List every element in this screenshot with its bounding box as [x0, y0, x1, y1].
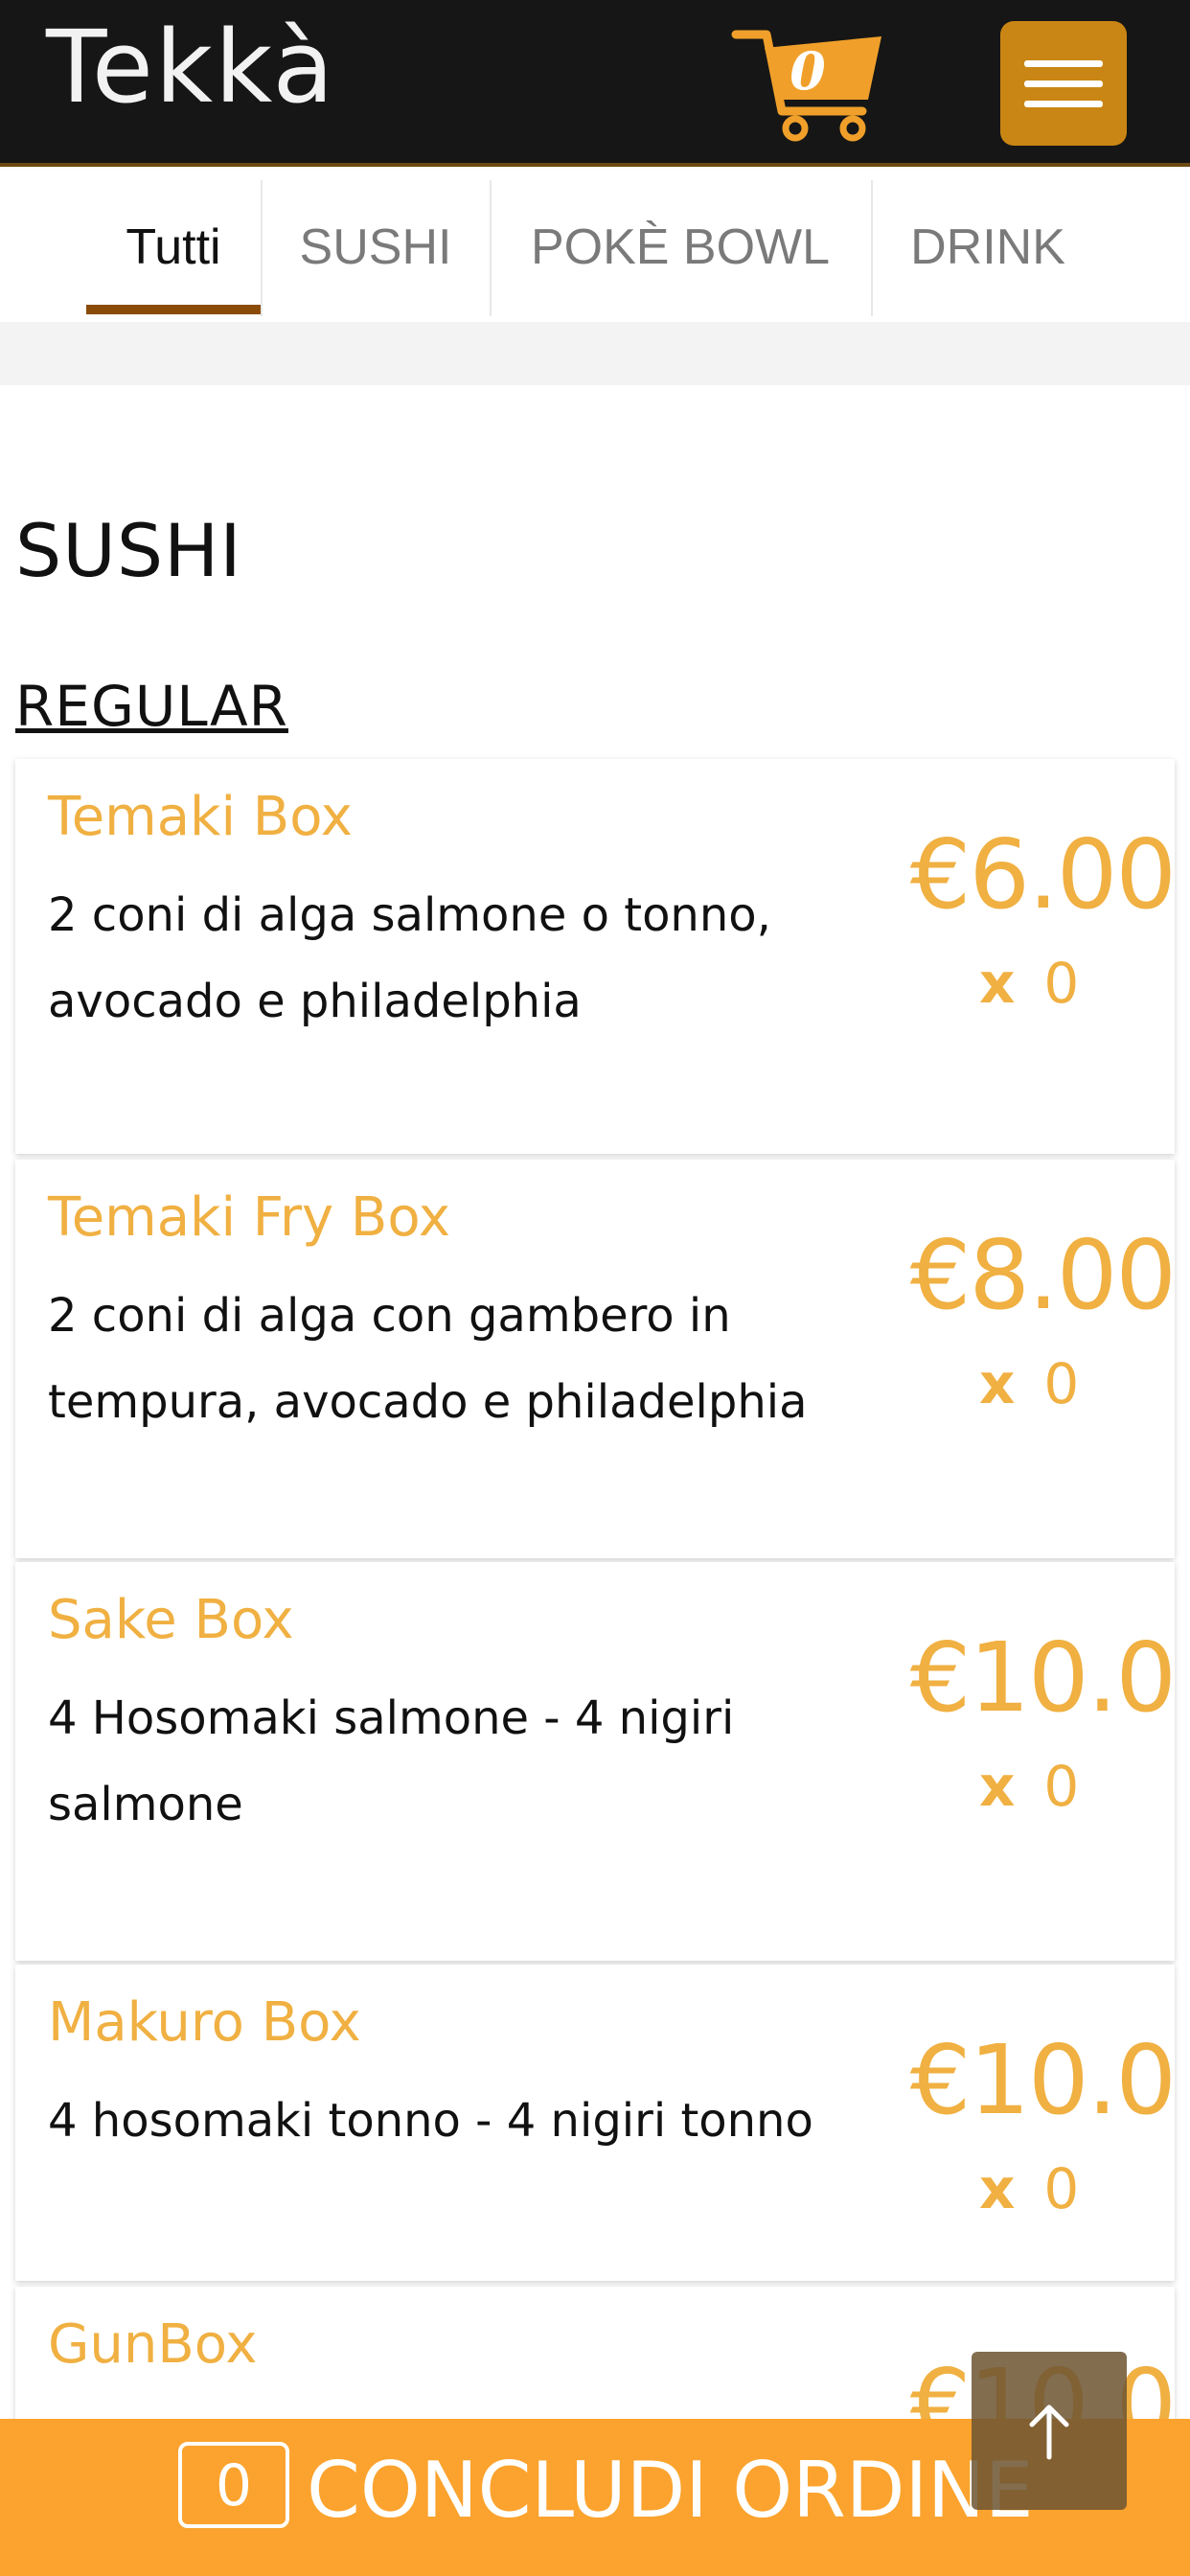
- tab-sushi[interactable]: SUSHI: [263, 171, 489, 314]
- quantity-value: 0: [1043, 951, 1080, 1016]
- item-quantity[interactable]: x0: [979, 2156, 1079, 2221]
- item-name: Temaki Box: [48, 786, 353, 848]
- menu-item-card[interactable]: Makuro Box 4 hosomaki tonno - 4 nigiri t…: [15, 1965, 1177, 2281]
- item-description: 2 coni di alga con gambero in tempura, a…: [48, 1289, 808, 1429]
- tab-drink[interactable]: DRINK: [873, 171, 1103, 314]
- item-price: €8.00: [909, 1219, 1177, 1331]
- item-quantity[interactable]: x0: [979, 951, 1079, 1016]
- subsection-title: REGULAR: [15, 674, 288, 739]
- conclude-order-label: CONCLUDI ORDINE: [307, 2446, 1034, 2535]
- item-name: Makuro Box: [48, 1991, 361, 2054]
- menu-item-card[interactable]: Temaki Fry Box 2 coni di alga con gamber…: [15, 1160, 1177, 1558]
- item-name: Temaki Fry Box: [48, 1186, 450, 1249]
- menu-item-card[interactable]: Sake Box 4 Hosomaki salmone - 4 nigiri s…: [15, 1562, 1177, 1961]
- logo[interactable]: Tekkà: [46, 17, 335, 117]
- scroll-to-top-button[interactable]: [972, 2352, 1127, 2510]
- cart-count: 0: [790, 40, 826, 102]
- order-count-badge: 0: [178, 2442, 289, 2528]
- menu-button[interactable]: [1000, 21, 1127, 146]
- item-price: €6.00: [909, 818, 1177, 931]
- item-quantity[interactable]: x0: [979, 1754, 1079, 1819]
- quantity-value: 0: [1043, 2156, 1080, 2221]
- tab-tutti[interactable]: Tutti: [86, 171, 261, 314]
- item-price: €10.0: [909, 1622, 1177, 1734]
- item-description: 2 coni di alga salmone o tonno, avocado …: [48, 888, 771, 1028]
- hamburger-menu-icon: [1024, 59, 1103, 67]
- tabs-shadow-band: [0, 322, 1190, 385]
- quantity-x: x: [979, 951, 1016, 1016]
- arrow-up-icon: [1029, 2404, 1069, 2459]
- item-description: 4 Hosomaki salmone - 4 nigiri salmone: [48, 1691, 735, 1831]
- quantity-value: 0: [1043, 1754, 1080, 1819]
- cart-button[interactable]: 0: [728, 19, 891, 144]
- menu-item-card[interactable]: Temaki Box 2 coni di alga salmone o tonn…: [15, 759, 1177, 1154]
- item-name: Sake Box: [48, 1589, 294, 1651]
- quantity-value: 0: [1043, 1351, 1080, 1416]
- quantity-x: x: [979, 2156, 1016, 2221]
- item-name: GunBox: [48, 2313, 258, 2376]
- item-quantity[interactable]: x0: [979, 1351, 1079, 1416]
- category-tabs: Tutti SUSHI POKÈ BOWL DRINK: [0, 171, 1190, 322]
- top-bar: Tekkà 0: [0, 0, 1190, 167]
- item-price: €10.0: [909, 2024, 1177, 2136]
- section-title: SUSHI: [15, 508, 242, 593]
- quantity-x: x: [979, 1351, 1016, 1416]
- quantity-x: x: [979, 1754, 1016, 1819]
- tab-poke-bowl[interactable]: POKÈ BOWL: [492, 171, 869, 314]
- item-description: 4 hosomaki tonno - 4 nigiri tonno: [48, 2094, 813, 2148]
